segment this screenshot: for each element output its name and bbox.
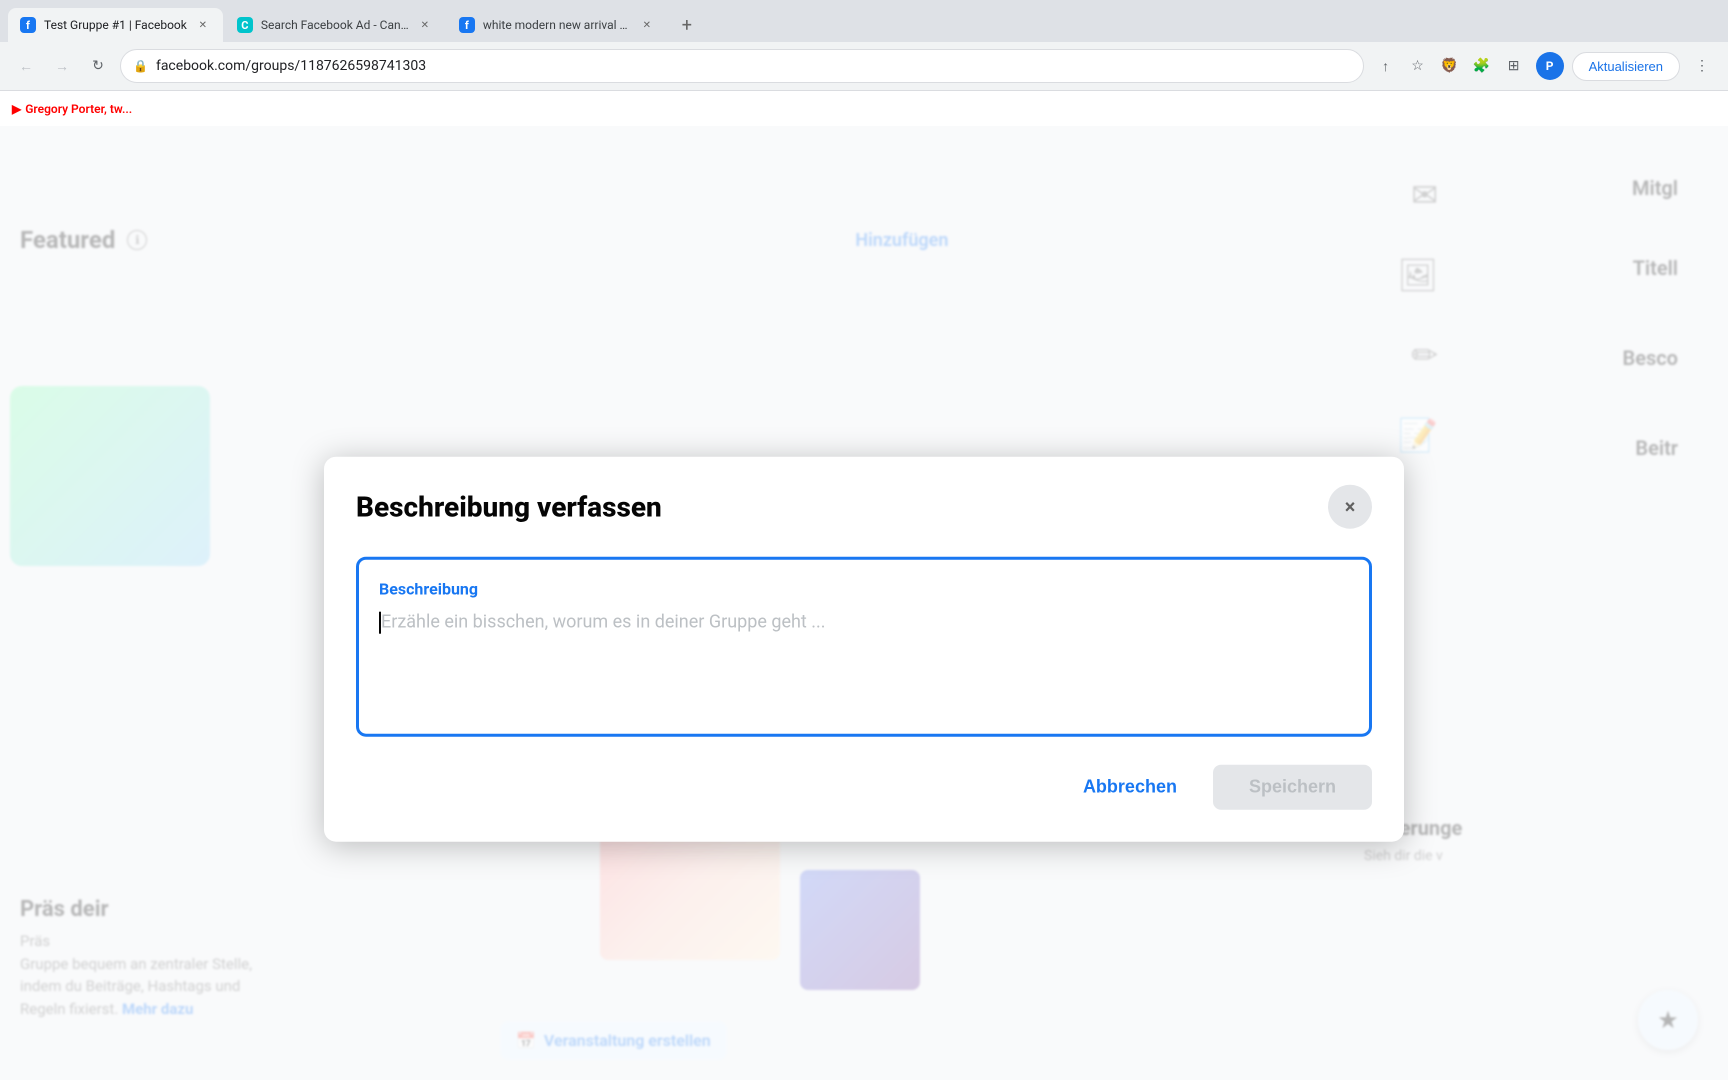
yt-logo-text: Gregory Porter, tw... [25, 102, 132, 116]
tab-favicon-facebook: f [20, 17, 36, 33]
modal-dialog: Beschreibung verfassen × Beschreibung Er… [324, 457, 1404, 842]
save-button[interactable]: Speichern [1213, 765, 1372, 810]
modal-close-button[interactable]: × [1328, 485, 1372, 529]
profile-avatar[interactable]: P [1536, 52, 1564, 80]
tab-favicon-canva: C [237, 17, 253, 33]
address-bar[interactable]: 🔒 facebook.com/groups/1187626598741303 [120, 49, 1364, 83]
reload-icon: ↻ [92, 58, 104, 74]
forward-button[interactable]: → [48, 52, 76, 80]
brave-shield-icon[interactable]: 🦁 [1436, 52, 1464, 80]
tab-favicon-white: f [459, 17, 475, 33]
menu-icon[interactable]: ⋮ [1688, 52, 1716, 80]
back-icon: ← [19, 58, 33, 75]
tab-white[interactable]: f white modern new arrival watc... ✕ [447, 8, 667, 42]
tab-facebook[interactable]: f Test Gruppe #1 | Facebook ✕ [8, 8, 223, 42]
toolbar-icons: ↑ ☆ 🦁 🧩 ⊞ [1372, 52, 1528, 80]
tab-bar: f Test Gruppe #1 | Facebook ✕ C Search F… [0, 0, 1728, 42]
bookmark-icon[interactable]: ☆ [1404, 52, 1432, 80]
tab-close-facebook[interactable]: ✕ [195, 17, 211, 33]
description-textarea-wrapper[interactable]: Beschreibung Erzähle ein bisschen, worum… [356, 557, 1372, 737]
textarea-label: Beschreibung [379, 580, 1349, 599]
modal-footer: Abbrechen Speichern [356, 765, 1372, 810]
cancel-button[interactable]: Abbrechen [1063, 767, 1197, 808]
tab-label-facebook: Test Gruppe #1 | Facebook [44, 18, 187, 32]
update-button[interactable]: Aktualisieren [1572, 52, 1680, 81]
page-background: Featured ℹ Hinzufügen Präs deir Präs Gru… [0, 126, 1728, 1080]
browser-chrome: f Test Gruppe #1 | Facebook ✕ C Search F… [0, 0, 1728, 91]
modal-title: Beschreibung verfassen [356, 490, 662, 523]
placeholder-text: Erzähle ein bisschen, worum es in deiner… [381, 612, 826, 633]
tab-canva[interactable]: C Search Facebook Ad - Canva ✕ [225, 8, 445, 42]
sidebar-toggle-icon[interactable]: ⊞ [1500, 52, 1528, 80]
tab-label-white: white modern new arrival watc... [483, 18, 631, 32]
new-tab-button[interactable]: + [673, 11, 701, 39]
modal-header: Beschreibung verfassen × [356, 485, 1372, 529]
yt-logo: ▶ Gregory Porter, tw... [12, 102, 132, 116]
back-button[interactable]: ← [12, 52, 40, 80]
reload-button[interactable]: ↻ [84, 52, 112, 80]
forward-icon: → [55, 58, 69, 75]
yt-play-icon: ▶ [12, 102, 21, 116]
lock-icon: 🔒 [133, 59, 148, 73]
tab-close-canva[interactable]: ✕ [417, 17, 433, 33]
tab-label-canva: Search Facebook Ad - Canva [261, 18, 409, 32]
extensions-icon[interactable]: 🧩 [1468, 52, 1496, 80]
tab-close-white[interactable]: ✕ [639, 17, 655, 33]
share-icon[interactable]: ↑ [1372, 52, 1400, 80]
textarea-placeholder: Erzähle ein bisschen, worum es in deiner… [379, 609, 1349, 636]
address-bar-row: ← → ↻ 🔒 facebook.com/groups/118762659874… [0, 42, 1728, 90]
yt-bar: ▶ Gregory Porter, tw... [0, 91, 1728, 127]
address-text: facebook.com/groups/1187626598741303 [156, 58, 1351, 74]
